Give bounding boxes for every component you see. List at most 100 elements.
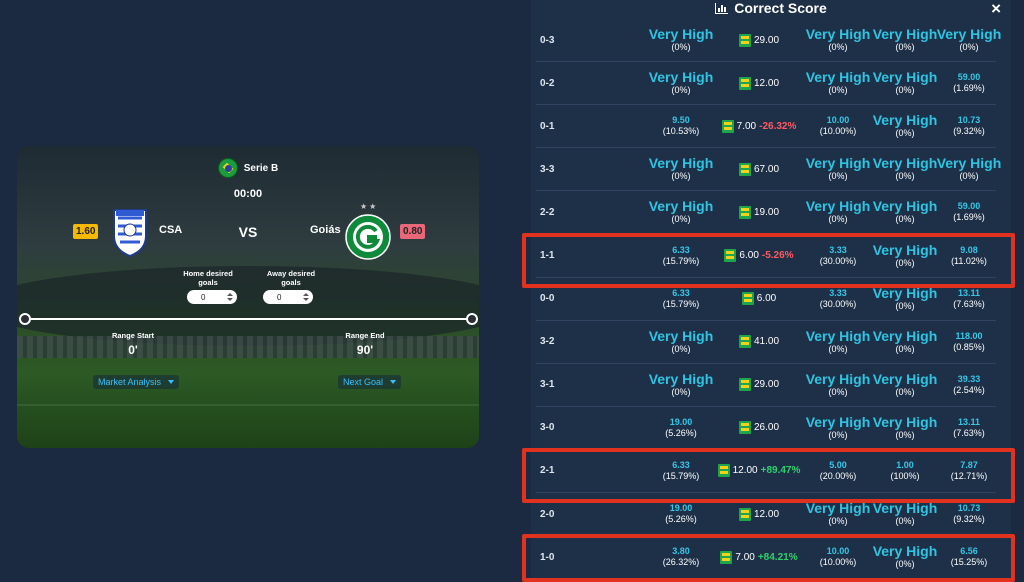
odd-value: Very High: [648, 327, 714, 344]
market-analysis-dropdown[interactable]: Market Analysis: [93, 375, 180, 389]
bet365-logo-icon: [738, 33, 751, 47]
odd-value: Very High: [872, 112, 938, 129]
live-odd-cell: Very High (0%): [870, 105, 940, 147]
probability: (9.32%): [953, 514, 985, 525]
odd-value: Very High: [805, 327, 871, 344]
model-odd-cell: 9.50 (10.53%): [643, 105, 719, 147]
panel-title: Correct Score: [734, 0, 827, 16]
bookmaker-odd: 26.00: [753, 422, 780, 434]
odd-value: Very High: [805, 26, 871, 43]
odd-value: 9.50: [672, 115, 690, 126]
bookmaker-odd: 29.00: [753, 34, 780, 46]
bet365-logo-icon: [738, 205, 751, 219]
probability: (10.00%): [819, 126, 857, 137]
score-row: 0-2 Very High (0%) 12.00 Very High (0%) …: [536, 62, 996, 106]
probability: (0%): [959, 42, 979, 53]
bookmaker-odd-cell[interactable]: 19.00: [714, 191, 804, 233]
score-row: 3-2 Very High (0%) 41.00 Very High (0%) …: [536, 321, 996, 364]
row-highlight-box: [522, 534, 1015, 582]
score-label: 2-2: [540, 206, 555, 218]
probability: (0.85%): [953, 341, 985, 352]
probability: (1.69%): [953, 83, 985, 94]
odd-value: Very High: [872, 198, 938, 215]
bet365-logo-icon: [738, 76, 751, 90]
range-end-handle[interactable]: [466, 313, 478, 325]
fair-odd-cell: 59.00 (1.69%): [934, 191, 1004, 233]
odd-value: 10.73: [957, 115, 981, 126]
bet365-logo-icon: [738, 335, 751, 349]
probability: (9.32%): [953, 126, 985, 137]
market-odd-cell: Very High (0%): [800, 191, 876, 233]
odd-value: 39.33: [957, 373, 981, 384]
fair-odd-cell: 118.00 (0.85%): [934, 321, 1004, 363]
market-odd-cell: Very High (0%): [800, 148, 876, 190]
away-goals-input[interactable]: 0: [263, 290, 313, 304]
score-row: 3-3 Very High (0%) 67.00 Very High (0%) …: [536, 148, 1001, 192]
market-odd-cell: Very High (0%): [800, 321, 876, 363]
score-label: 3-0: [540, 422, 555, 434]
odd-value: 6.33: [672, 287, 690, 298]
probability: (1.69%): [953, 212, 985, 223]
range-slider-track[interactable]: [25, 318, 473, 320]
bookmaker-odd-cell[interactable]: 29.00: [714, 19, 804, 61]
score-row: 3-0 19.00 (5.26%) 26.00 Very High (0%) V…: [536, 407, 996, 450]
bookmaker-odd: 6.00: [756, 293, 777, 305]
probability: (7.63%): [953, 298, 985, 309]
probability: (5.26%): [665, 514, 697, 525]
odd-value: Very High: [872, 327, 938, 344]
model-odd-cell: Very High (0%): [643, 62, 719, 104]
home-goals-value: 0: [201, 292, 206, 302]
odd-value: 59.00: [957, 201, 981, 212]
range-start-label: Range Start: [111, 331, 155, 340]
odd-value: Very High: [872, 26, 938, 43]
probability: (0%): [671, 214, 691, 225]
range-start-handle[interactable]: [19, 313, 31, 325]
bookmaker-odd-cell[interactable]: 26.00: [714, 407, 804, 449]
bookmaker-odd-cell[interactable]: 12.00: [714, 62, 804, 104]
odd-value: Very High: [805, 370, 871, 387]
bookmaker-odd: 41.00: [753, 336, 780, 348]
probability: (10.53%): [662, 126, 700, 137]
odd-value: Very High: [648, 69, 714, 86]
bookmaker-odd-cell[interactable]: 29.00: [714, 364, 804, 406]
probability: (0%): [671, 343, 691, 354]
model-odd-cell: Very High (0%): [643, 321, 719, 363]
odd-value: 118.00: [955, 330, 983, 341]
probability: (0%): [895, 300, 915, 311]
range-end-value: 90': [356, 343, 374, 357]
model-odd-cell: Very High (0%): [643, 19, 719, 61]
home-goals-input[interactable]: 0: [187, 290, 237, 304]
fair-odd-cell: 13.11 (7.63%): [934, 407, 1004, 449]
row-highlight-box: [522, 448, 1015, 504]
panel-header: Correct Score: [531, 0, 1011, 16]
score-row: 0-3 Very High (0%) 29.00 Very High (0%) …: [536, 19, 1001, 63]
score-label: 3-1: [540, 379, 555, 391]
odd-value: 19.00: [669, 416, 693, 427]
odd-value: Very High: [648, 370, 714, 387]
next-goal-dropdown[interactable]: Next Goal: [338, 375, 402, 389]
odd-value: 3.33: [829, 287, 847, 298]
row-highlight-box: [522, 232, 1015, 288]
probability: (0%): [895, 429, 915, 440]
score-label: 3-2: [540, 336, 555, 348]
league-header: Serie B: [17, 158, 479, 178]
bet365-logo-icon: [738, 162, 751, 176]
range-start-value: 0': [128, 343, 138, 357]
odd-value: Very High: [805, 413, 871, 430]
bookmaker-odd-cell[interactable]: 7.00 -26.32%: [714, 105, 804, 147]
score-label: 0-1: [540, 120, 555, 132]
live-odd-cell: Very High (0%): [870, 321, 940, 363]
bookmaker-odd-cell[interactable]: 41.00: [714, 321, 804, 363]
probability: (0%): [895, 42, 915, 53]
probability: (0%): [671, 386, 691, 397]
close-icon[interactable]: ×: [991, 0, 1001, 19]
fair-odd-cell: Very High (0%): [934, 19, 1004, 61]
spinner-icon[interactable]: [303, 293, 309, 301]
probability: (0%): [895, 128, 915, 139]
odd-value: 10.73: [957, 503, 981, 514]
odd-value: 13.11: [957, 416, 981, 427]
spinner-icon[interactable]: [227, 293, 233, 301]
market-analysis-label: Market Analysis: [98, 377, 162, 387]
odd-value: Very High: [872, 500, 938, 517]
bookmaker-odd-cell[interactable]: 67.00: [714, 148, 804, 190]
